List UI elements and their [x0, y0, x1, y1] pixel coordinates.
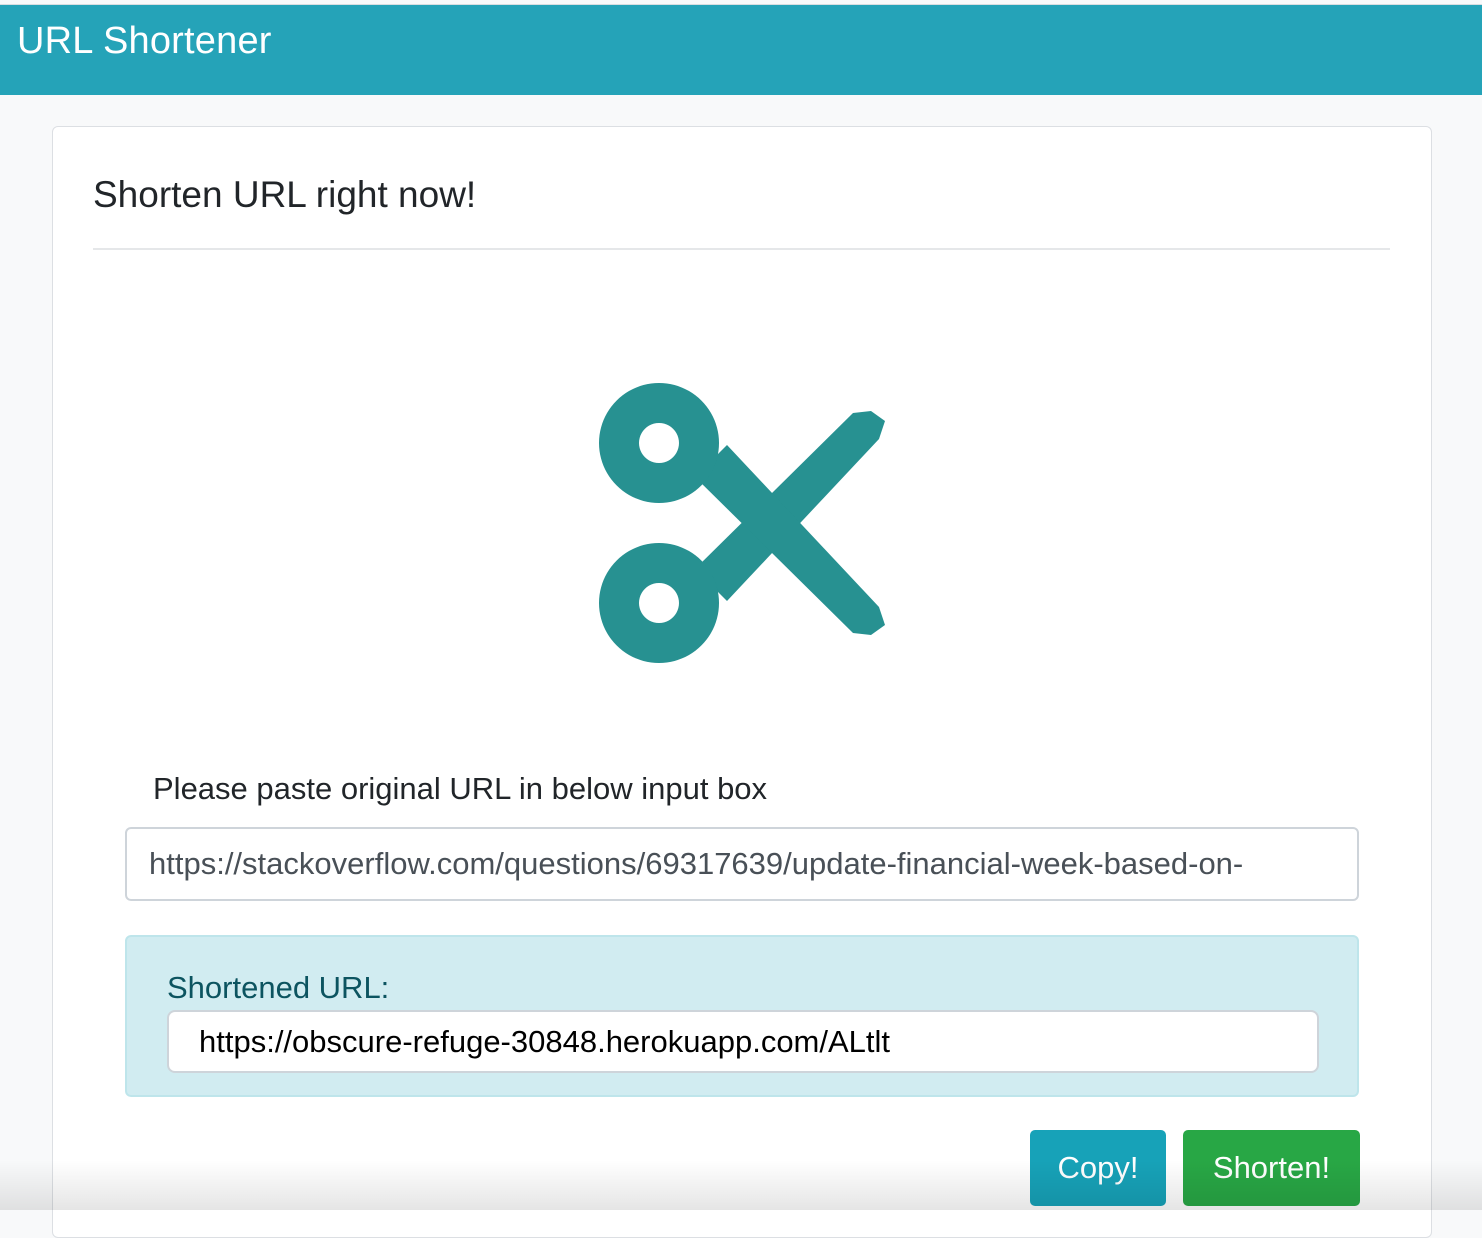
shortened-url-label: Shortened URL:: [167, 970, 390, 1005]
app-brand[interactable]: URL Shortener: [17, 19, 272, 63]
shorten-card: Shorten URL right now! Please paste orig…: [52, 126, 1432, 1238]
original-url-label: Please paste original URL in below input…: [153, 771, 768, 806]
original-url-input[interactable]: [125, 827, 1359, 901]
shorten-button[interactable]: Shorten!: [1183, 1130, 1360, 1206]
scissors-upper-blade: [695, 411, 885, 601]
shortened-url-field[interactable]: [167, 1010, 1319, 1073]
title-divider: [93, 248, 1390, 250]
copy-button[interactable]: Copy!: [1030, 1130, 1166, 1206]
scissors-lower-ring: [599, 543, 720, 663]
navbar: URL Shortener: [0, 4, 1482, 95]
shortened-url-alert: Shortened URL:: [125, 935, 1359, 1097]
scissors-lower-blade: [695, 445, 885, 635]
scissors-icon: [599, 383, 885, 663]
scissors-upper-ring: [599, 383, 720, 503]
card-title: Shorten URL right now!: [93, 174, 477, 215]
